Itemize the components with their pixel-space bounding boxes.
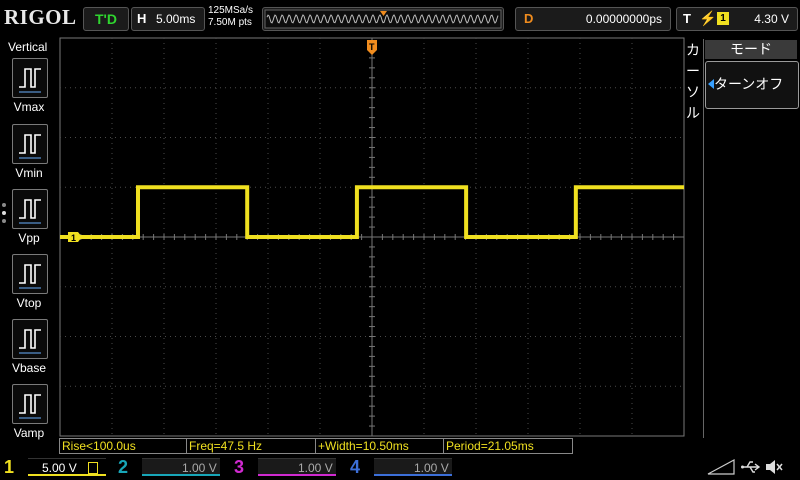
cursor-label-char: ー — [686, 63, 700, 79]
measure-vpp-button[interactable] — [12, 189, 48, 229]
measure-vtop-button[interactable] — [12, 254, 48, 294]
measure-width: +Width=10.50ms — [315, 438, 444, 454]
channel-2-number[interactable]: 2 — [118, 457, 128, 478]
menu-arrow-icon[interactable] — [706, 458, 736, 476]
measure-freq: Freq=47.5 Hz — [186, 438, 316, 454]
waveform-grid[interactable]: 1TT — [59, 37, 685, 437]
measure-vmax-button[interactable] — [12, 58, 48, 98]
mute-speaker-icon[interactable] — [764, 458, 784, 476]
memory-depth: 7.50M pts — [208, 17, 252, 28]
horizontal-scale[interactable]: H 5.00ms — [131, 7, 205, 31]
measure-item-label: Vpp — [18, 231, 40, 245]
page-dot-active — [2, 211, 6, 215]
cursor-label-char: カ — [686, 42, 700, 58]
ch1-marker-label: 1 — [71, 233, 76, 243]
vbase-icon — [19, 329, 41, 354]
acquisition-info: 125MSa/s 7.50M pts — [208, 5, 253, 29]
top-status-bar: RIGOL T'D H 5.00ms 125MSa/s 7.50M pts D … — [0, 0, 800, 36]
channel-1-number[interactable]: 1 — [4, 457, 14, 478]
channel-3-scale[interactable]: 1.00 V — [258, 458, 336, 476]
measure-rise: Rise<100.0us — [59, 438, 187, 454]
delay-readout[interactable]: D 0.00000000ps — [515, 7, 671, 31]
channel-scale-value: 5.00 V — [42, 461, 77, 475]
sample-rate: 125MSa/s — [208, 5, 254, 16]
usb-icon — [741, 461, 761, 473]
measure-item-label: Vbase — [11, 361, 47, 375]
trigger-position-label: T — [369, 42, 375, 52]
page-dot — [2, 203, 6, 207]
trigger-level: 4.30 V — [754, 12, 789, 26]
cursor-label-char: ル — [686, 105, 700, 121]
rising-edge-icon: ⚡ — [699, 10, 717, 26]
measure-item-label: Vamp — [13, 426, 45, 440]
vmin-icon — [19, 134, 41, 159]
channel-2-scale[interactable]: 1.00 V — [142, 458, 220, 476]
delay-value: 0.00000000ps — [585, 12, 662, 26]
vtop-icon — [19, 264, 41, 289]
page-dot — [2, 219, 6, 223]
memory-overview-bar[interactable] — [262, 7, 504, 31]
channel-scale-value: 1.00 V — [414, 461, 449, 475]
mode-header: モード — [705, 40, 797, 59]
measure-vamp-button[interactable] — [12, 384, 48, 424]
channel-scale-value: 1.00 V — [182, 461, 217, 475]
channel-scale-value: 1.00 V — [298, 461, 333, 475]
vamp-icon — [19, 394, 41, 419]
coupling-icon — [88, 462, 98, 474]
vpp-icon — [19, 199, 41, 224]
horizontal-key: H — [137, 11, 147, 26]
measure-vmin-button[interactable] — [12, 124, 48, 164]
trigger-source-badge: 1 — [717, 12, 729, 25]
channel-4-scale[interactable]: 1.00 V — [374, 458, 452, 476]
measure-item-label: Vmax — [13, 100, 45, 114]
channel-4-number[interactable]: 4 — [350, 457, 360, 478]
cursor-side-label[interactable]: カ ー ソ ル — [686, 40, 704, 124]
run-status[interactable]: T'D — [83, 7, 129, 31]
vmax-icon — [19, 68, 41, 93]
measure-item-label: Vtop — [16, 296, 42, 310]
measure-period: Period=21.05ms — [443, 438, 573, 454]
delay-key: D — [524, 11, 534, 26]
channel-3-number[interactable]: 3 — [234, 457, 244, 478]
measure-item-label: Vmin — [15, 166, 43, 180]
menu-title: Vertical — [8, 40, 48, 54]
trigger-key: T — [683, 11, 691, 26]
horizontal-value: 5.00ms — [156, 12, 196, 26]
brand-logo: RIGOL — [4, 5, 77, 29]
cursor-label-char: ソ — [686, 84, 700, 100]
mode-value: ターンオフ — [714, 76, 784, 92]
memory-wave-icon — [264, 9, 502, 29]
measure-vbase-button[interactable] — [12, 319, 48, 359]
trigger-readout[interactable]: T ⚡ 1 4.30 V — [676, 7, 798, 31]
